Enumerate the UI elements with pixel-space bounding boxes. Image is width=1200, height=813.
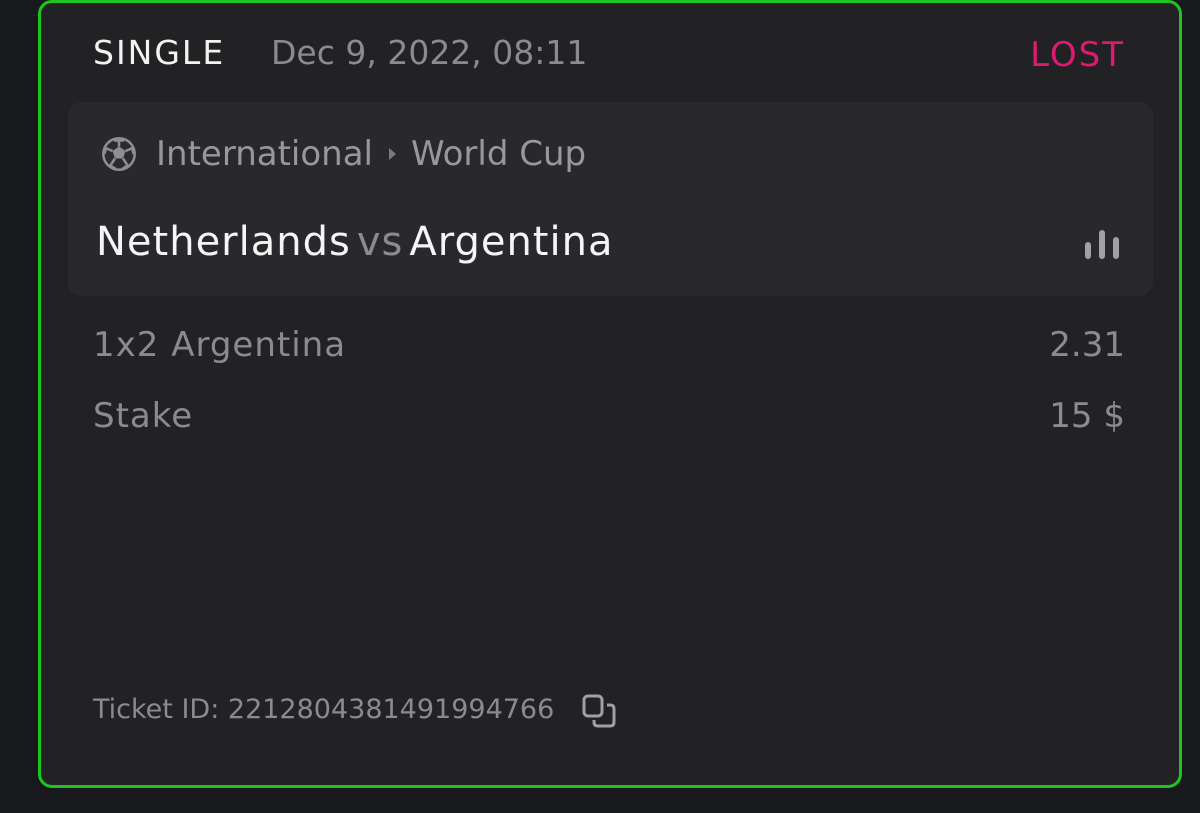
ticket-id: Ticket ID: 2212804381491994766 — [93, 694, 555, 725]
league-label: World Cup — [411, 134, 587, 174]
away-team: Argentina — [409, 219, 614, 265]
selection-market: 1x2 Argentina — [93, 325, 347, 365]
home-team: Netherlands — [96, 219, 351, 265]
copy-icon[interactable] — [581, 693, 617, 729]
chevron-right-icon — [389, 148, 396, 160]
bet-date: Dec 9, 2022, 08:11 — [271, 33, 588, 72]
event-box[interactable]: International World Cup Netherlands vs Arg… — [68, 102, 1153, 296]
bet-type: SINGLE — [93, 33, 226, 72]
bet-ticket-card: SINGLE Dec 9, 2022, 08:11 LOST Internati… — [38, 0, 1182, 788]
region-label: International — [156, 134, 373, 174]
league-breadcrumb[interactable]: International World Cup — [156, 134, 586, 174]
soccer-ball-icon — [102, 137, 136, 171]
bar-chart-icon[interactable] — [1084, 229, 1120, 259]
vs-label: vs — [356, 219, 404, 265]
match-title[interactable]: Netherlands vs Argentina — [96, 219, 613, 265]
stake-value: 15 $ — [1049, 396, 1125, 436]
selection-odds: 2.31 — [1049, 325, 1125, 365]
stake-label: Stake — [93, 396, 194, 436]
status-badge: LOST — [1030, 35, 1125, 75]
